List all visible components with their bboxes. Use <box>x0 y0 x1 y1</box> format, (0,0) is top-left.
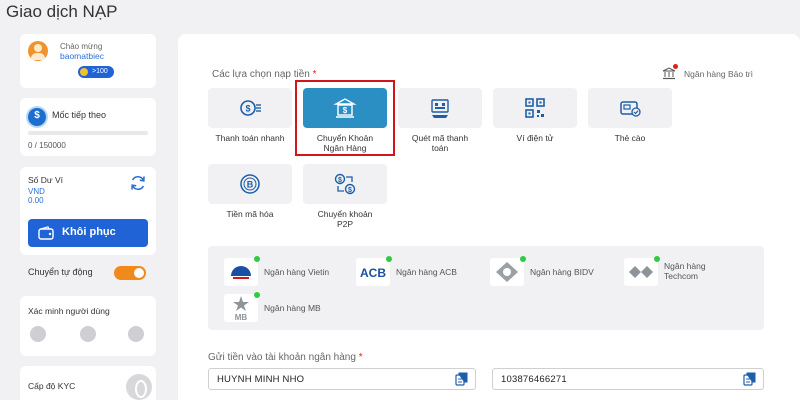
phone-verify-icon <box>80 326 96 342</box>
welcome-greeting: Chào mừng <box>60 42 103 51</box>
account-section-label: Gửi tiền vào tài khoản ngân hàng * <box>208 352 363 363</box>
option-e-wallet[interactable] <box>493 88 577 128</box>
scratch-card-icon <box>620 101 641 117</box>
option-label-line: P2P <box>336 219 354 229</box>
wallet-icon <box>38 226 54 240</box>
account-label-text: Gửi tiền vào tài khoản ngân hàng <box>208 352 356 363</box>
bank-name: Ngân hàng MB <box>264 303 321 313</box>
option-crypto-label: Tiền mã hóa <box>208 209 292 219</box>
options-section-label: Các lựa chọn nạp tiền * <box>212 69 317 80</box>
restore-button[interactable]: Khôi phục <box>28 219 148 247</box>
option-label-line: Quét mã thanh <box>411 133 469 143</box>
option-crypto[interactable]: B <box>208 164 292 204</box>
option-scratch-card[interactable] <box>588 88 672 128</box>
wallet-amount: 0.00 <box>28 196 44 205</box>
svg-text:B: B <box>247 180 254 190</box>
bank-name-line: Ngân hàng <box>664 261 706 271</box>
page-title: Giao dịch NẠP <box>6 2 118 21</box>
account-name-field[interactable]: HUYNH MINH NHO <box>208 368 476 390</box>
online-status-dot <box>520 256 526 262</box>
coin-icon <box>28 108 46 126</box>
milestone-progress-bar <box>28 131 148 135</box>
svg-text:$: $ <box>245 104 250 114</box>
option-p2p-label: Chuyển khoản P2P <box>303 209 387 229</box>
option-label-line: Thanh toán nhanh <box>215 133 285 143</box>
milestone-label: Mốc tiếp theo <box>52 110 107 120</box>
kyc-label: Cấp độ KYC <box>28 381 76 391</box>
mb-logo-icon: MB <box>224 294 258 322</box>
bank-name-line: Techcom <box>664 271 699 281</box>
option-scan-code-label: Quét mã thanh toán <box>398 133 482 153</box>
svg-text:ACB: ACB <box>360 266 386 280</box>
verify-label: Xác minh người dùng <box>28 306 110 316</box>
card-verify-icon <box>128 326 144 342</box>
option-scan-code[interactable] <box>398 88 482 128</box>
bidv-logo-icon <box>490 258 524 286</box>
bank-building-icon <box>662 67 676 80</box>
wallet-label: Số Dư Ví <box>28 175 63 185</box>
crypto-icon: B <box>240 174 260 194</box>
kyc-card: Cấp độ KYC <box>20 366 156 400</box>
option-e-wallet-label: Ví điện tử <box>493 133 577 143</box>
auto-transfer-row: Chuyển tự động <box>28 266 148 280</box>
milestone-value: 0 / 150000 <box>28 141 66 150</box>
online-status-dot <box>654 256 660 262</box>
milestone-card: Mốc tiếp theo 0 / 150000 <box>20 98 156 156</box>
bank-name: Ngân hàng Vietin <box>264 267 330 277</box>
bank-list: Ngân hàng Vietin ACB Ngân hàng ACB Ngân … <box>208 246 764 330</box>
bank-name: Ngân hàng Techcom <box>664 261 706 281</box>
welcome-card: Chào mừng baomatbiec >100 <box>20 34 156 88</box>
qr-wallet-icon <box>525 98 545 118</box>
auto-transfer-label: Chuyển tự động <box>28 267 93 277</box>
account-number-field[interactable]: 103876466271 <box>492 368 764 390</box>
option-fast-payment[interactable]: $ <box>208 88 292 128</box>
option-p2p[interactable]: $ $ <box>303 164 387 204</box>
account-name-value: HUYNH MINH NHO <box>217 374 305 385</box>
svg-text:MB: MB <box>235 313 248 322</box>
level-badge: >100 <box>78 66 114 78</box>
copy-icon[interactable] <box>455 372 469 386</box>
username: baomatbiec <box>60 51 104 61</box>
techcom-logo-icon <box>624 258 658 286</box>
svg-text:$: $ <box>348 187 352 194</box>
wallet-card: Số Dư Ví VND 0.00 Khôi phục <box>20 167 156 255</box>
vietin-logo-icon <box>224 258 258 286</box>
online-status-dot <box>386 256 392 262</box>
option-label-line: Chuyển khoản <box>317 209 373 219</box>
user-verify-icon <box>30 326 46 342</box>
selection-highlight <box>295 80 395 156</box>
online-status-dot <box>254 292 260 298</box>
wallet-currency: VND <box>28 187 45 196</box>
p2p-icon: $ $ <box>334 173 356 195</box>
maintenance-label: Ngân hàng Bảo trì <box>684 69 753 79</box>
option-label-line: Ví điện tử <box>516 133 554 143</box>
maintenance-alert-dot <box>673 64 678 69</box>
required-mark: * <box>312 69 317 80</box>
auto-transfer-toggle[interactable] <box>114 266 146 280</box>
copy-icon[interactable] <box>743 372 757 386</box>
option-scratch-card-label: Thẻ cào <box>588 133 672 143</box>
scan-code-icon <box>431 99 449 118</box>
account-number-value: 103876466271 <box>501 374 567 385</box>
avatar-icon <box>28 41 48 61</box>
fast-payment-icon: $ <box>240 100 261 116</box>
required-mark: * <box>358 352 363 363</box>
option-label-line: Tiền mã hóa <box>226 209 274 219</box>
bank-name: Ngân hàng BIDV <box>530 267 594 277</box>
acb-logo-icon: ACB <box>356 258 390 286</box>
restore-button-label: Khôi phục <box>62 226 116 238</box>
svg-text:$: $ <box>338 177 342 184</box>
kyc-level-icon <box>126 374 152 400</box>
option-fast-payment-label: Thanh toán nhanh <box>208 133 292 143</box>
bank-name: Ngân hàng ACB <box>396 267 457 277</box>
option-label-line: toán <box>431 143 449 153</box>
refresh-icon[interactable] <box>128 173 148 193</box>
options-label-text: Các lựa chọn nạp tiền <box>212 69 310 80</box>
verify-card: Xác minh người dùng <box>20 296 156 356</box>
option-label-line: Thẻ cào <box>614 133 646 143</box>
deposit-panel: Các lựa chọn nạp tiền * Ngân hàng Bảo tr… <box>178 34 800 400</box>
online-status-dot <box>254 256 260 262</box>
